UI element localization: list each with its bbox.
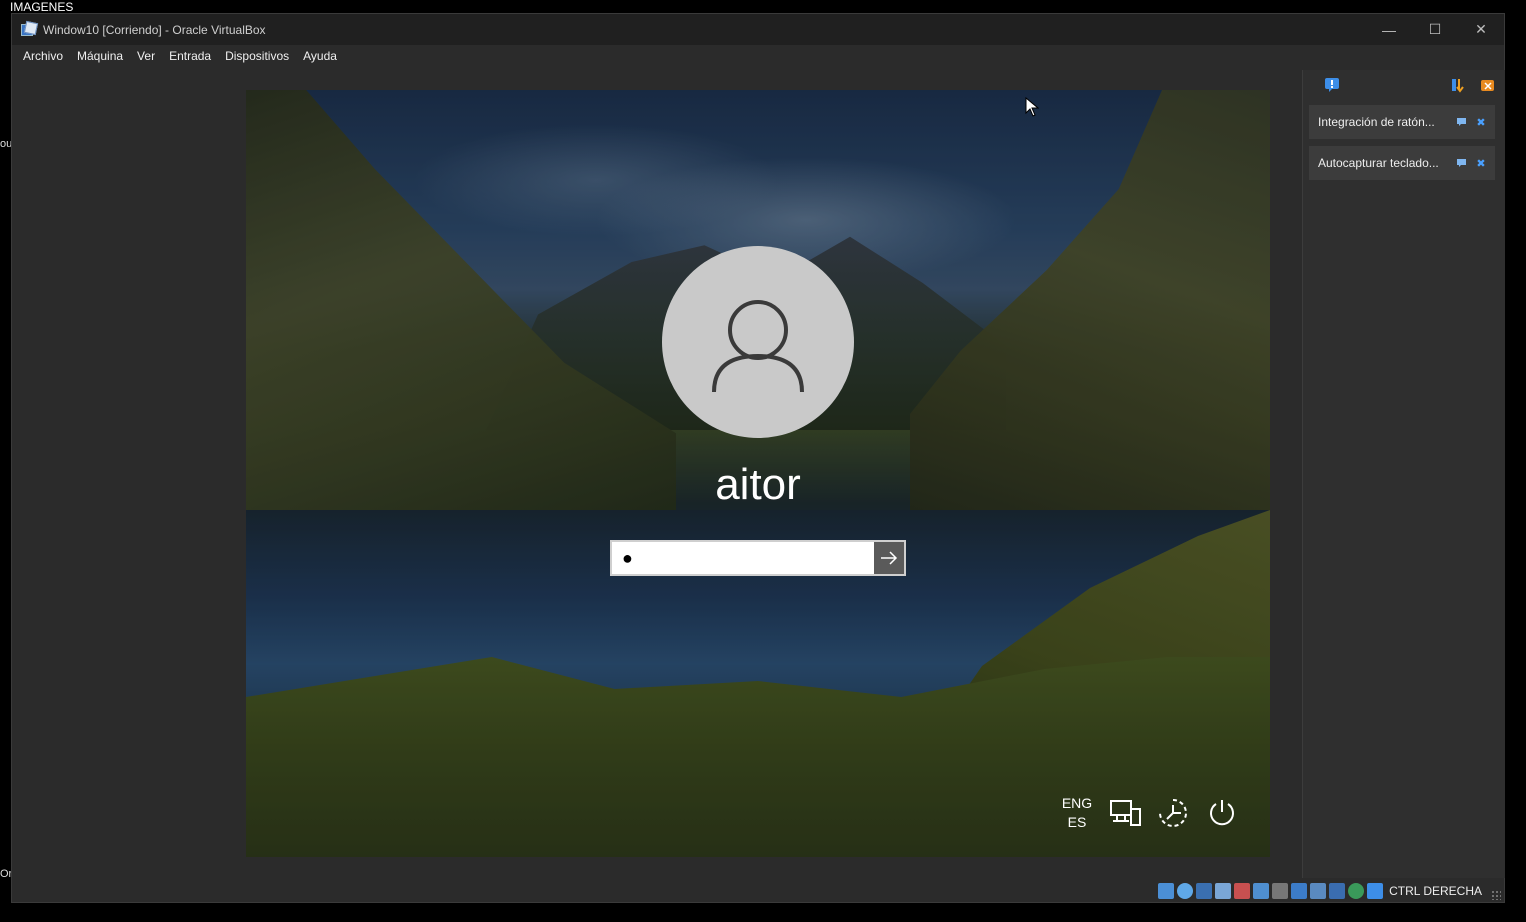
language-region: ES — [1067, 814, 1087, 830]
power-icon[interactable] — [1205, 796, 1239, 830]
menu-maquina[interactable]: Máquina — [70, 45, 130, 67]
sort-icon — [1452, 79, 1464, 93]
username-label: aitor — [715, 460, 801, 509]
status-bar: CTRL DERECHA — [12, 880, 1504, 902]
notification-text: Autocapturar teclado... — [1318, 156, 1439, 170]
maximize-button[interactable]: ☐ — [1412, 14, 1458, 45]
host-key-label[interactable]: CTRL DERECHA — [1389, 884, 1482, 898]
clear-all-button[interactable] — [1479, 76, 1497, 94]
close-icon: ✖ — [1476, 157, 1486, 170]
virtualization-icon[interactable] — [1348, 883, 1365, 899]
usb-icon[interactable] — [1253, 883, 1270, 899]
sort-notifications-button[interactable] — [1449, 76, 1467, 94]
resize-grip-icon[interactable] — [1491, 890, 1501, 900]
help-icon — [1456, 118, 1466, 126]
language-code: ENG — [1061, 795, 1093, 811]
help-icon — [1456, 159, 1466, 167]
help-button[interactable] — [1451, 112, 1471, 132]
notification-icon — [1325, 78, 1339, 92]
network-adapter-icon[interactable] — [1234, 883, 1251, 899]
notification-text: Integración de ratón... — [1318, 115, 1435, 129]
vm-display[interactable]: aitor ● ENG ES — [246, 90, 1270, 857]
arrow-right-icon — [881, 551, 898, 565]
menu-ver[interactable]: Ver — [130, 45, 162, 67]
submit-button[interactable] — [874, 540, 906, 576]
window-title: Window10 [Corriendo] - Oracle VirtualBox — [43, 22, 266, 37]
hard-disk-icon[interactable] — [1158, 883, 1175, 899]
menu-dispositivos[interactable]: Dispositivos — [218, 45, 296, 67]
menu-bar: Archivo Máquina Ver Entrada Dispositivos… — [12, 45, 1504, 67]
clear-all-icon — [1481, 80, 1494, 91]
mouse-cursor-icon — [1025, 97, 1039, 117]
accessibility-icon[interactable] — [1156, 796, 1190, 830]
notification-center: Integración de ratón... ✖ Autocapturar t… — [1302, 70, 1505, 878]
close-icon: ✕ — [1475, 21, 1487, 37]
help-button[interactable] — [1451, 153, 1471, 173]
cpu-icon[interactable] — [1329, 883, 1346, 899]
title-bar[interactable]: Window10 [Corriendo] - Oracle VirtualBox… — [12, 14, 1504, 45]
display-icon[interactable] — [1291, 883, 1308, 899]
close-notification-button[interactable]: ✖ — [1471, 153, 1491, 173]
maximize-icon: ☐ — [1428, 21, 1442, 37]
minimize-button[interactable]: — — [1366, 14, 1412, 45]
menu-archivo[interactable]: Archivo — [16, 45, 70, 67]
password-value: ● — [622, 548, 633, 568]
password-field[interactable]: ● — [610, 540, 904, 576]
recording-icon[interactable] — [1310, 883, 1327, 899]
virtualbox-icon — [21, 20, 39, 38]
notification-mouse-integration[interactable]: Integración de ratón... ✖ — [1309, 105, 1495, 139]
user-icon — [712, 300, 804, 393]
user-avatar — [662, 246, 854, 438]
close-button[interactable]: ✕ — [1458, 14, 1504, 45]
menu-entrada[interactable]: Entrada — [162, 45, 218, 67]
virtualbox-window: Window10 [Corriendo] - Oracle VirtualBox… — [11, 13, 1505, 903]
menu-ayuda[interactable]: Ayuda — [296, 45, 344, 67]
audio-icon[interactable] — [1215, 883, 1232, 899]
floppy-icon[interactable] — [1196, 883, 1213, 899]
notification-keyboard-capture[interactable]: Autocapturar teclado... ✖ — [1309, 146, 1495, 180]
notification-toggle-button[interactable] — [1323, 76, 1341, 94]
desktop-folder-label[interactable]: IMAGENES — [10, 0, 73, 14]
network-icon[interactable] — [1108, 796, 1142, 830]
optical-drive-icon[interactable] — [1177, 883, 1194, 899]
keyboard-capture-icon[interactable] — [1367, 883, 1384, 899]
input-language-indicator[interactable]: ENG ES — [1052, 794, 1102, 832]
close-notification-button[interactable]: ✖ — [1471, 112, 1491, 132]
close-icon: ✖ — [1476, 116, 1486, 129]
minimize-icon: — — [1382, 21, 1396, 38]
shared-folder-icon[interactable] — [1272, 883, 1289, 899]
